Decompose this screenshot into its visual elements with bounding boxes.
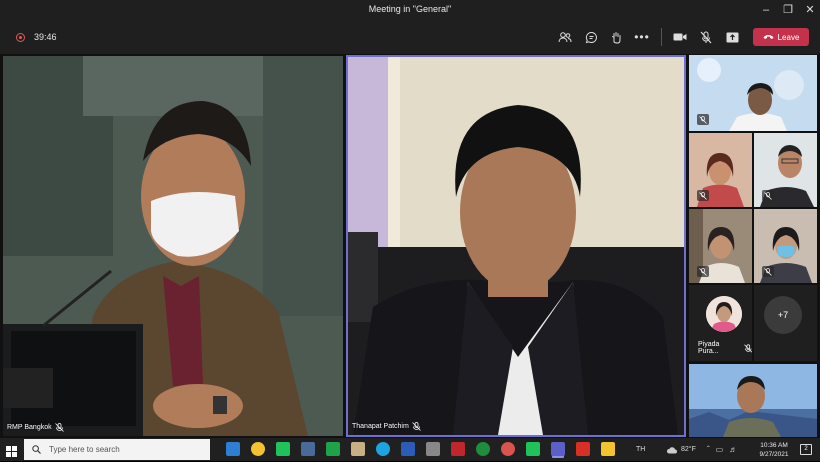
- clock-date: 9/27/2021: [759, 451, 789, 458]
- video-frame: [348, 57, 684, 435]
- taskbar-search-input[interactable]: Type here to search: [24, 439, 210, 460]
- taskbar-clock[interactable]: 10:36 AM 9/27/2021: [752, 441, 796, 459]
- leave-button[interactable]: Leave: [753, 28, 809, 46]
- chrome-icon[interactable]: [501, 442, 515, 456]
- share-button[interactable]: [722, 28, 742, 46]
- mic-off-icon: [54, 423, 64, 432]
- overflow-participants[interactable]: +7: [754, 285, 817, 361]
- more-actions-button[interactable]: •••: [632, 28, 652, 46]
- participant-nametag: Thanapat Patchim: [352, 422, 421, 431]
- files-icon[interactable]: [351, 442, 365, 456]
- weather-temp: 82°F: [681, 446, 696, 453]
- leave-label: Leave: [777, 32, 800, 42]
- mic-off-icon: [412, 422, 421, 431]
- video-tile-participant[interactable]: [754, 209, 817, 283]
- video-tile-thanapat-patchim[interactable]: Thanapat Patchim: [346, 55, 686, 437]
- video-frame: [689, 364, 817, 437]
- video-tile-rmp-bangkok[interactable]: RMP Bangkok: [3, 56, 343, 436]
- mic-off-icon: [700, 31, 712, 43]
- weather-widget[interactable]: 82°F: [666, 438, 696, 461]
- share-screen-icon: [726, 32, 738, 42]
- teams-meeting-window: Meeting in "General" – ❐ ✕ 39:46 ••• Lea…: [0, 0, 820, 461]
- line-icon[interactable]: [526, 442, 540, 456]
- word-icon[interactable]: [401, 442, 415, 456]
- search-icon: [32, 445, 41, 454]
- restore-button[interactable]: ❐: [777, 0, 799, 20]
- notifications-icon[interactable]: 2: [800, 444, 812, 455]
- meeting-timer: 39:46: [34, 32, 57, 42]
- mic-off-icon: [743, 343, 752, 353]
- audio-tile-piyada[interactable]: Piyada Pura...: [689, 285, 752, 361]
- system-tray-icons[interactable]: ˆ ▭ ♬: [707, 438, 737, 461]
- windows-start-icon[interactable]: [6, 444, 17, 457]
- video-tile-participant[interactable]: [754, 133, 817, 207]
- mic-off-icon: [697, 114, 709, 125]
- xbox-icon[interactable]: [476, 442, 490, 456]
- chrome-icon[interactable]: [251, 442, 265, 456]
- network-icon[interactable]: ▭: [716, 445, 724, 454]
- recording-icon: [16, 33, 25, 42]
- participants-button[interactable]: [555, 28, 575, 46]
- file-explorer-icon[interactable]: [601, 442, 615, 456]
- mic-off-icon: [697, 190, 709, 201]
- volume-icon[interactable]: ♬: [729, 445, 737, 454]
- excel-icon[interactable]: [326, 442, 340, 456]
- meeting-toolbar: 39:46 ••• Leave: [0, 20, 820, 54]
- teams-icon[interactable]: [551, 442, 565, 456]
- mic-off-icon: [697, 266, 709, 277]
- clock-time: 10:36 AM: [760, 442, 788, 449]
- mic-button[interactable]: [696, 28, 716, 46]
- search-placeholder: Type here to search: [49, 445, 120, 454]
- input-language[interactable]: TH: [636, 438, 645, 461]
- hand-icon: [611, 31, 620, 44]
- participant-nametag: Piyada Pura...: [698, 341, 752, 355]
- app-icon[interactable]: [426, 442, 440, 456]
- camera-button[interactable]: [670, 28, 690, 46]
- edge-icon[interactable]: [376, 442, 390, 456]
- title-bar: Meeting in "General" – ❐ ✕: [0, 0, 820, 20]
- participant-name: Thanapat Patchim: [352, 423, 409, 430]
- people-icon: [558, 32, 572, 43]
- overflow-count: +7: [764, 296, 802, 334]
- reactions-button[interactable]: [606, 28, 626, 46]
- toolbar-divider: [661, 28, 662, 46]
- participant-nametag: RMP Bangkok: [7, 423, 64, 432]
- pdf-icon[interactable]: [576, 442, 590, 456]
- video-frame: [3, 56, 343, 436]
- video-tile-participant[interactable]: [689, 133, 752, 207]
- minimize-button[interactable]: –: [755, 0, 777, 20]
- chevron-up-icon[interactable]: ˆ: [707, 445, 710, 454]
- app-icon[interactable]: [451, 442, 465, 456]
- close-button[interactable]: ✕: [799, 0, 820, 20]
- window-title: Meeting in "General": [368, 4, 452, 14]
- video-tile-participant[interactable]: [689, 209, 752, 283]
- chat-button[interactable]: [581, 28, 601, 46]
- mic-off-icon: [762, 190, 774, 201]
- hang-up-icon: [763, 35, 774, 39]
- line-icon[interactable]: [276, 442, 290, 456]
- task-view-icon[interactable]: [226, 442, 240, 456]
- mic-off-icon: [762, 266, 774, 277]
- avatar: [706, 296, 742, 332]
- windows-taskbar: Type here to search TH 82°F ˆ ▭ ♬ 10:36 …: [0, 438, 820, 461]
- video-tile-participant[interactable]: [689, 55, 817, 131]
- participant-name: RMP Bangkok: [7, 424, 52, 431]
- cloud-icon: [666, 446, 677, 453]
- chat-icon: [585, 31, 597, 43]
- video-tile-participant[interactable]: [689, 364, 817, 437]
- calculator-icon[interactable]: [301, 442, 315, 456]
- camera-icon: [673, 33, 687, 41]
- participant-name: Piyada Pura...: [698, 341, 720, 355]
- video-stage: RMP Bangkok Thanapat Patchim Piyada Pura…: [0, 54, 820, 438]
